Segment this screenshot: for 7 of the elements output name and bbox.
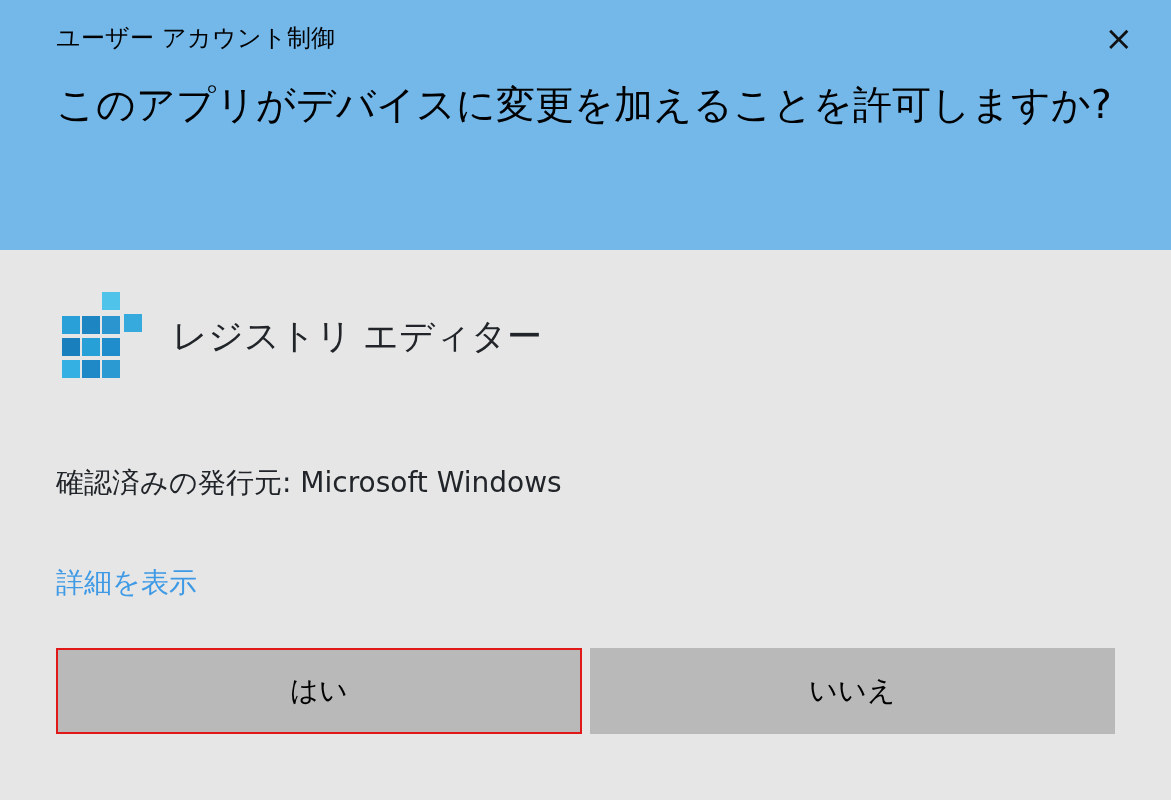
close-button[interactable]: × — [1096, 18, 1141, 58]
yes-button[interactable]: はい — [56, 648, 582, 734]
question-text: このアプリがデバイスに変更を加えることを許可しますか? — [56, 81, 1113, 129]
no-button[interactable]: いいえ — [589, 648, 1115, 734]
window-title: ユーザー アカウント制御 — [56, 23, 335, 54]
publisher-text: 確認済みの発行元: Microsoft Windows — [56, 465, 563, 501]
app-name: レジストリ エディター — [172, 314, 543, 358]
